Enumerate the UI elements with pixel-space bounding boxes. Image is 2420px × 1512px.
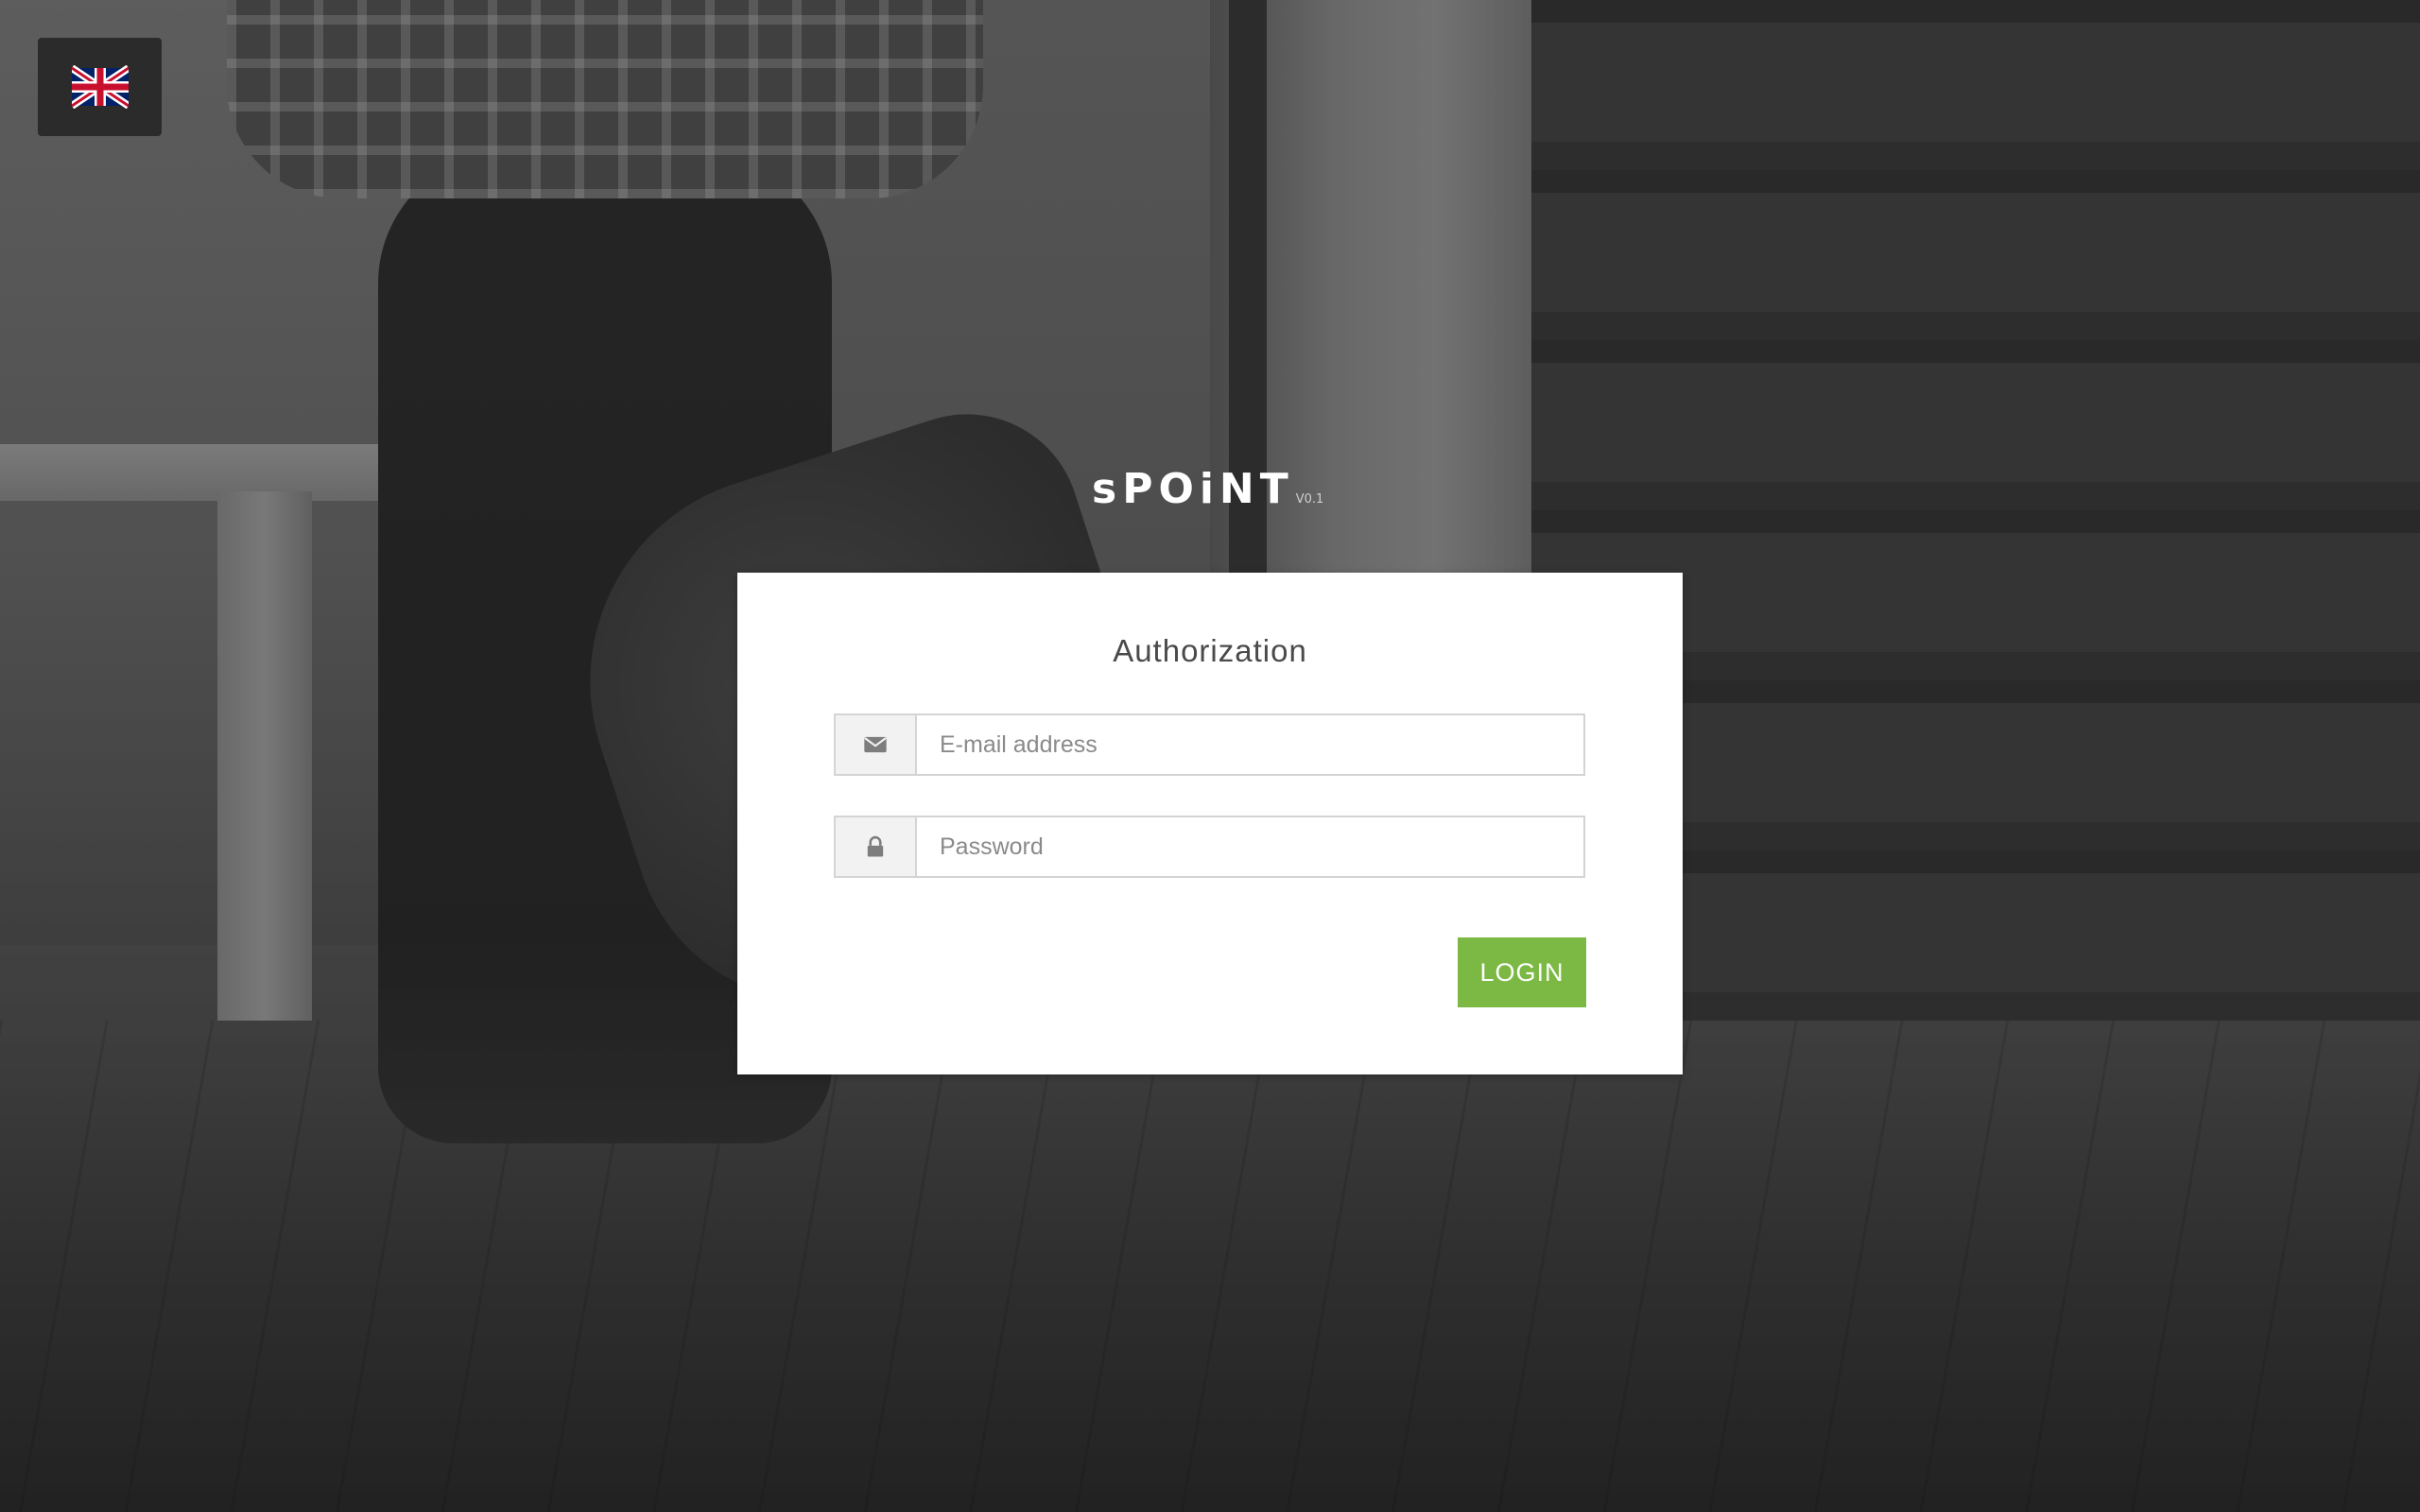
password-addon <box>836 817 917 876</box>
password-field[interactable] <box>917 817 1583 876</box>
login-button[interactable]: LOGIN <box>1458 937 1586 1007</box>
envelope-icon <box>864 736 887 753</box>
uk-flag-icon <box>71 65 129 109</box>
logo-text: sPOiNT <box>1092 465 1294 513</box>
email-field-group <box>834 713 1585 776</box>
language-switch-button[interactable] <box>38 38 162 136</box>
email-addon <box>836 715 917 774</box>
app-logo: sPOiNT V0.1 <box>1092 444 1338 510</box>
page-title: Authorization <box>1113 633 1307 668</box>
logo-version: V0.1 <box>1295 492 1324 507</box>
login-card: Authorization LOGIN <box>737 573 1683 1074</box>
password-field-group <box>834 816 1585 878</box>
lock-icon <box>867 835 884 857</box>
email-field[interactable] <box>917 715 1583 774</box>
